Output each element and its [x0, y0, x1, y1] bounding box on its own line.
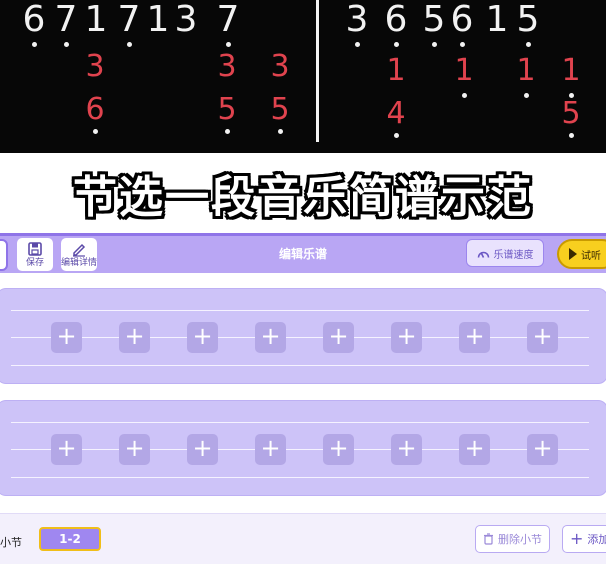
preview-play-button[interactable]: 试听 — [557, 239, 606, 269]
add-note-button[interactable]: + — [119, 322, 150, 353]
add-note-button[interactable]: + — [527, 434, 558, 465]
melody-note: 7 — [216, 0, 240, 40]
harmony-note: 1 — [454, 53, 474, 88]
add-note-button[interactable]: + — [391, 434, 422, 465]
add-note-button[interactable]: + — [323, 322, 354, 353]
octave-dot — [523, 93, 529, 98]
harmony-note: 6 — [85, 92, 105, 127]
octave-dot — [31, 42, 37, 47]
add-note-button[interactable]: + — [323, 434, 354, 465]
staff-line — [11, 337, 589, 338]
add-note-button[interactable]: + — [51, 322, 82, 353]
add-note-button[interactable]: + — [391, 322, 422, 353]
octave-dot — [393, 133, 399, 138]
add-note-button[interactable]: + — [119, 434, 150, 465]
octave-dot — [431, 42, 437, 47]
melody-note: 1 — [485, 0, 509, 40]
harmony-note: 4 — [386, 96, 406, 131]
melody-note: 1 — [146, 0, 170, 40]
preview-play-label: 试听 — [581, 250, 601, 262]
melody-note: 5 — [422, 0, 446, 40]
title-banner: 节选一段音乐简谱示范 — [0, 153, 606, 233]
add-measure-button[interactable]: + 添加 — [562, 525, 606, 553]
melody-note: 6 — [22, 0, 46, 40]
score-speed-label: 乐谱速度 — [493, 249, 534, 261]
octave-dot — [92, 129, 98, 134]
add-note-button[interactable]: + — [187, 434, 218, 465]
measure-bar: 小节 1-2 删除小节 + 添加 — [0, 513, 606, 564]
melody-note: 6 — [450, 0, 474, 40]
measure-chip[interactable]: 1-2 — [39, 527, 101, 551]
octave-dot — [459, 42, 465, 47]
trash-icon — [484, 533, 493, 545]
octave-dot — [63, 42, 69, 47]
speedometer-icon — [477, 251, 489, 258]
harmony-note: 3 — [270, 49, 290, 84]
octave-dot — [277, 129, 283, 134]
staff-line — [11, 365, 589, 366]
octave-dot — [225, 42, 231, 47]
staff-line — [11, 310, 589, 311]
staff-line — [11, 422, 589, 423]
score-speed-button[interactable]: 乐谱速度 — [466, 239, 544, 267]
octave-dot — [393, 42, 399, 47]
add-measure-label: 添加 — [587, 533, 606, 546]
add-note-button[interactable]: + — [459, 434, 490, 465]
staff-row: + + + + + + + + — [0, 400, 606, 496]
banner-title: 节选一段音乐简谱示范 — [73, 172, 533, 223]
harmony-note: 1 — [561, 53, 581, 88]
play-icon — [569, 248, 577, 260]
harmony-note: 3 — [85, 49, 105, 84]
octave-dot — [224, 129, 230, 134]
octave-dot — [126, 42, 132, 47]
melody-note: 1 — [84, 0, 108, 40]
staff-line — [11, 477, 589, 478]
harmony-note: 1 — [386, 53, 406, 88]
bar-line — [316, 0, 319, 142]
melody-note: 5 — [516, 0, 540, 40]
octave-dot — [354, 42, 360, 47]
add-note-button[interactable]: + — [459, 322, 490, 353]
melody-note: 6 — [384, 0, 408, 40]
harmony-note: 5 — [561, 96, 581, 131]
staff-row: + + + + + + + + — [0, 288, 606, 384]
staff-line — [11, 449, 589, 450]
plus-icon: + — [570, 529, 584, 548]
octave-dot — [525, 42, 531, 47]
notation-image: 6 7 1 7 1 3 7 3 3 3 6 5 5 3 6 5 6 1 5 1 … — [0, 0, 606, 153]
octave-dot — [568, 133, 574, 138]
harmony-note: 3 — [217, 49, 237, 84]
melody-note: 7 — [117, 0, 141, 40]
delete-measure-button[interactable]: 删除小节 — [475, 525, 550, 553]
melody-note: 3 — [345, 0, 369, 40]
add-note-button[interactable]: + — [255, 434, 286, 465]
add-note-button[interactable]: + — [527, 322, 558, 353]
harmony-note: 5 — [217, 92, 237, 127]
add-note-button[interactable]: + — [187, 322, 218, 353]
add-note-button[interactable]: + — [255, 322, 286, 353]
delete-measure-label: 删除小节 — [498, 533, 542, 546]
editor-toolbar: 保存 编辑详情 编辑乐谱 乐谱速度 试听 — [0, 233, 606, 273]
harmony-note: 1 — [516, 53, 536, 88]
harmony-note: 5 — [270, 92, 290, 127]
octave-dot — [461, 93, 467, 98]
measure-section-label: 小节 — [0, 536, 22, 549]
add-note-button[interactable]: + — [51, 434, 82, 465]
melody-note: 7 — [54, 0, 78, 40]
melody-note: 3 — [174, 0, 198, 40]
